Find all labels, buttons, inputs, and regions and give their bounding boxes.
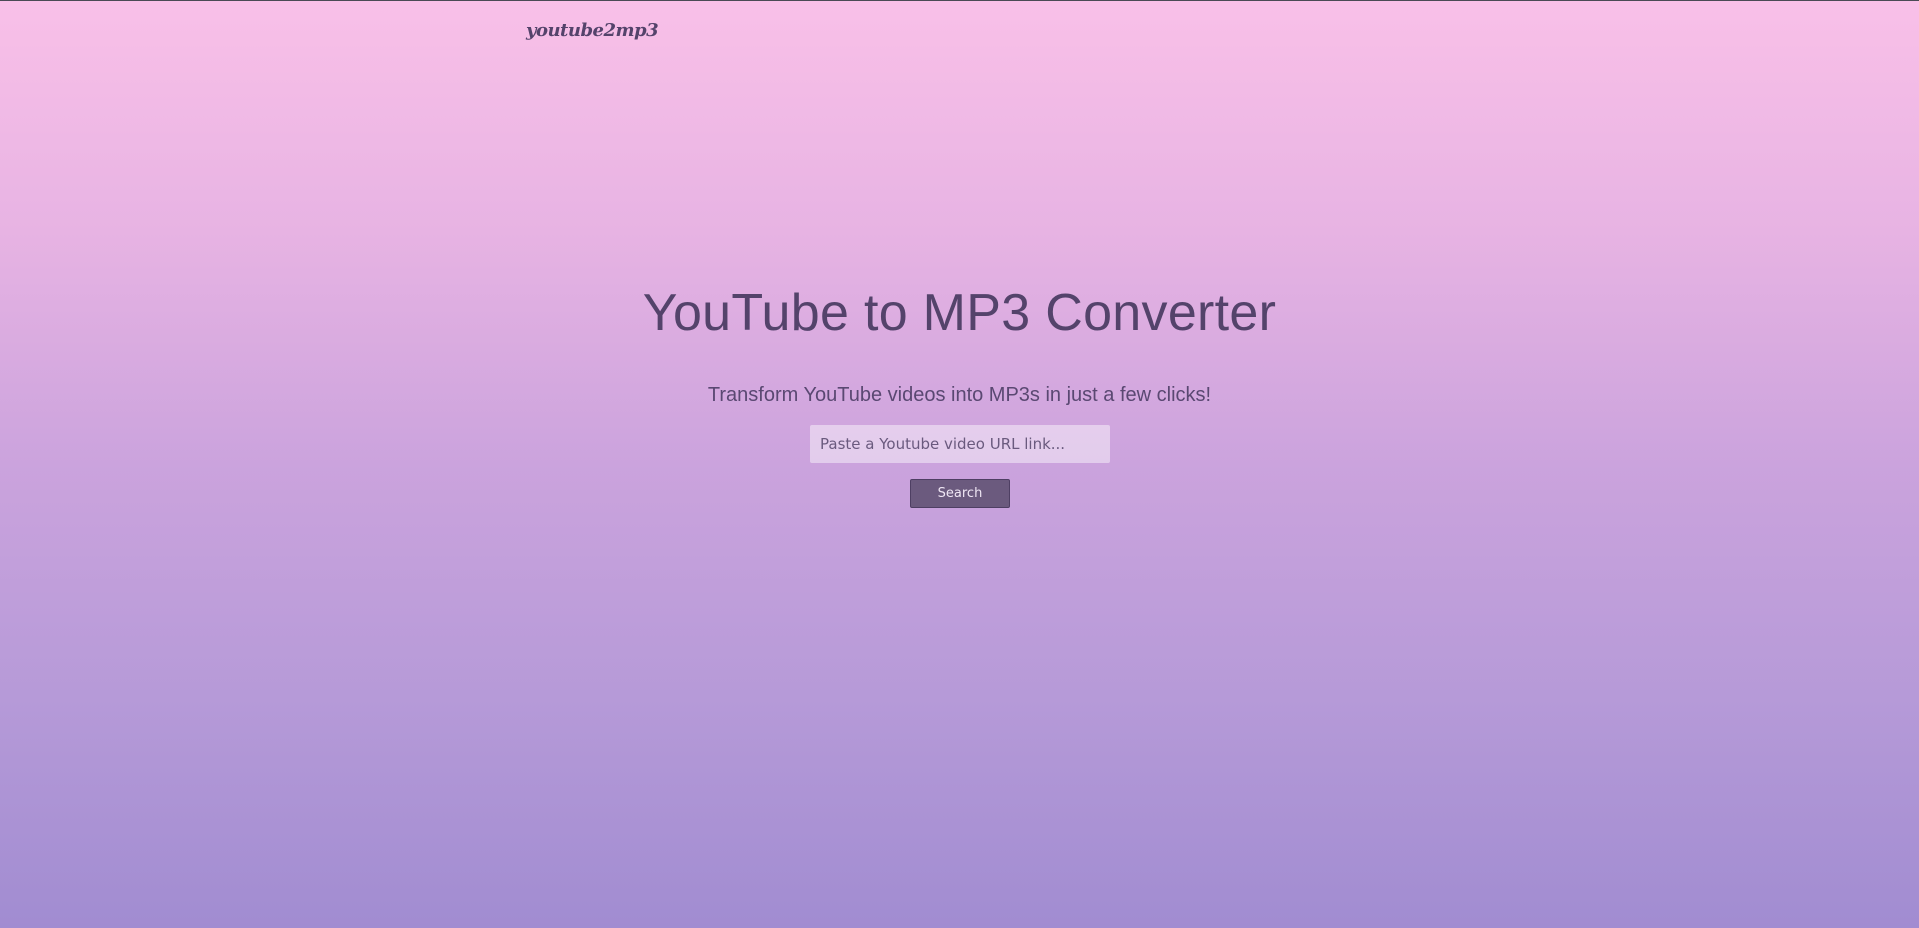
page-title: YouTube to MP3 Converter	[642, 284, 1277, 342]
search-button[interactable]: Search	[910, 479, 1010, 508]
url-search-input[interactable]	[810, 425, 1110, 463]
top-border-line	[0, 0, 1919, 1]
page-subtitle: Transform YouTube videos into MP3s in ju…	[707, 384, 1212, 406]
site-logo[interactable]: youtube2mp3	[526, 20, 659, 41]
